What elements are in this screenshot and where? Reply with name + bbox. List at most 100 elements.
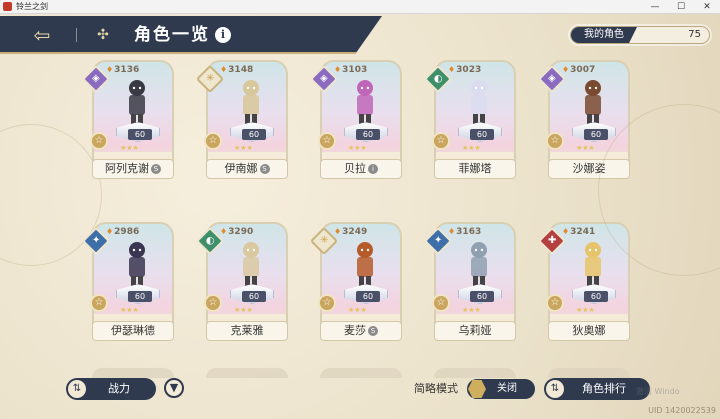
rank-star-icon: ☆	[546, 132, 564, 150]
character-name: 沙娜姿	[572, 162, 606, 175]
skill-mark-icon: S	[259, 164, 270, 174]
character-name: 乌莉娅	[458, 324, 492, 337]
close-button[interactable]: ✕	[694, 0, 720, 14]
level-badge: 60	[242, 129, 266, 140]
roster-count-value: 75	[688, 29, 701, 40]
character-card[interactable]: ◈ 3103 60 ☆ ★★★ 贝拉i	[309, 60, 404, 188]
character-sprite	[243, 80, 259, 124]
roster-count: 我的角色 75	[570, 26, 710, 44]
activation-watermark: 激活 Windo	[636, 387, 680, 396]
sort-power-button[interactable]: ⇅ 战力	[66, 378, 156, 400]
star-rating: ★★★	[234, 306, 253, 314]
maximize-button[interactable]: ☐	[668, 0, 694, 14]
rank-star-icon: ☆	[318, 294, 336, 312]
power-value: 3103	[334, 65, 367, 75]
filter-icon[interactable]: ▼	[164, 378, 184, 398]
rank-star-icon: ☆	[204, 294, 222, 312]
level-badge: 60	[470, 129, 494, 140]
back-arrow-icon[interactable]: ⇦	[28, 24, 56, 46]
star-rating: ★★★	[462, 306, 481, 314]
character-name-plate: 贝拉 i	[320, 159, 402, 179]
app-icon	[3, 2, 12, 11]
character-card[interactable]: ✳ 3249 60 ☆ ★★★ 麦莎S	[309, 222, 404, 350]
star-rating: ★★★	[576, 306, 595, 314]
character-name-plate: 沙娜姿	[548, 159, 630, 179]
character-card[interactable]: ✦ 2986 60 ☆ ★★★ 伊瑟琳德	[81, 222, 176, 350]
character-name: 伊南娜	[224, 162, 258, 175]
character-card[interactable]: ✦ 3163 60 ☆ ★★★ 乌莉娅	[423, 222, 518, 350]
character-name-plate: 克莱雅	[206, 321, 288, 341]
card-partial	[206, 368, 288, 378]
rank-star-icon: ☆	[432, 132, 450, 150]
card-partial	[320, 368, 402, 378]
sort-icon: ⇅	[68, 380, 86, 398]
character-name-plate: 伊南娜 S	[206, 159, 288, 179]
level-badge: 60	[242, 291, 266, 302]
level-badge: 60	[356, 291, 380, 302]
star-rating: ★★★	[576, 144, 595, 152]
window-title: 铃兰之剑	[16, 1, 48, 11]
grid-view-icon[interactable]: ✣	[95, 27, 111, 43]
window-titlebar: 铃兰之剑 — ☐ ✕	[0, 0, 720, 14]
level-badge: 60	[584, 291, 608, 302]
power-value: 3007	[562, 65, 595, 75]
header-divider	[76, 28, 77, 42]
skill-mark-icon: i	[368, 164, 378, 174]
card-partial	[434, 368, 516, 378]
level-badge: 60	[128, 129, 152, 140]
power-value: 3023	[448, 65, 481, 75]
power-value: 3136	[106, 65, 139, 75]
character-card[interactable]: ◐ 3290 60 ☆ ★★★ 克莱雅	[195, 222, 290, 350]
header-bar: ⇦ ✣ 角色一览 i	[0, 16, 382, 54]
toggle-label: 关闭	[497, 383, 517, 394]
ranking-label: 角色排行	[582, 382, 626, 395]
character-name: 菲娜塔	[458, 162, 492, 175]
rank-star-icon: ☆	[90, 132, 108, 150]
rank-star-icon: ☆	[546, 294, 564, 312]
level-badge: 60	[356, 129, 380, 140]
star-rating: ★★★	[348, 144, 367, 152]
rank-star-icon: ☆	[432, 294, 450, 312]
character-sprite	[357, 242, 373, 286]
character-sprite	[129, 80, 145, 124]
roster-count-label: 我的角色	[571, 27, 637, 43]
skill-mark-icon: S	[151, 164, 161, 174]
character-name-plate: 乌莉娅	[434, 321, 516, 341]
app-area: ⇦ ✣ 角色一览 i 我的角色 75 ◈ 3136 60 ☆ ★★★ 阿列克谢S…	[0, 14, 720, 419]
character-card[interactable]: ◈ 3136 60 ☆ ★★★ 阿列克谢S	[81, 60, 176, 188]
character-name: 阿列克谢	[105, 162, 149, 175]
power-value: 3249	[334, 227, 367, 237]
rank-star-icon: ☆	[318, 132, 336, 150]
character-name-plate: 麦莎 S	[320, 321, 402, 341]
simple-mode-toggle[interactable]: 关闭	[467, 379, 535, 399]
character-card[interactable]: ◐ 3023 60 ☆ ★★★ 菲娜塔	[423, 60, 518, 188]
character-name: 克莱雅	[230, 324, 264, 337]
character-name-plate: 伊瑟琳德	[92, 321, 174, 341]
character-name: 狄奥娜	[572, 324, 606, 337]
info-icon[interactable]: i	[215, 27, 231, 43]
character-card[interactable]: ✚ 3241 60 ☆ ★★★ 狄奥娜	[537, 222, 632, 350]
level-badge: 60	[584, 129, 608, 140]
character-sprite	[471, 80, 487, 124]
ranking-icon: ⇅	[546, 380, 564, 398]
character-name-plate: 狄奥娜	[548, 321, 630, 341]
character-card[interactable]: ◈ 3007 60 ☆ ★★★ 沙娜姿	[537, 60, 632, 188]
card-partial	[92, 368, 174, 378]
character-name: 贝拉	[344, 162, 366, 175]
rank-star-icon: ☆	[204, 132, 222, 150]
star-rating: ★★★	[120, 306, 139, 314]
user-id: UID 1420022539	[648, 406, 716, 415]
simple-mode-label: 简略模式	[414, 382, 458, 395]
power-value: 3163	[448, 227, 481, 237]
character-name-plate: 菲娜塔	[434, 159, 516, 179]
character-sprite	[585, 242, 601, 286]
toggle-knob	[468, 380, 486, 398]
ranking-button[interactable]: ⇅ 角色排行	[544, 378, 650, 400]
character-sprite	[129, 242, 145, 286]
character-sprite	[585, 80, 601, 124]
character-sprite	[357, 80, 373, 124]
character-card[interactable]: ✳ 3148 60 ☆ ★★★ 伊南娜S	[195, 60, 290, 188]
power-value: 3241	[562, 227, 595, 237]
minimize-button[interactable]: —	[642, 0, 668, 14]
star-rating: ★★★	[120, 144, 139, 152]
